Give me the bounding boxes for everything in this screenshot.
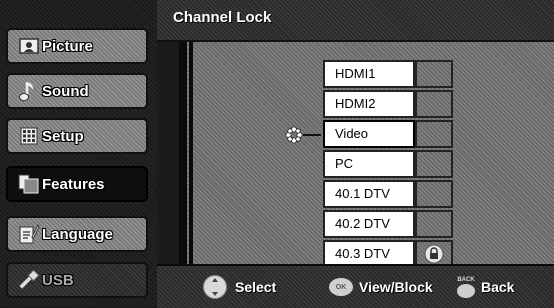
channel-row-hdmi2[interactable]: HDMI2 [323,90,453,118]
sidebar-item-setup[interactable]: Setup [6,118,148,154]
content-left-edge-inner [189,42,193,264]
sidebar-item-label: Features [42,175,105,193]
sidebar-item-language[interactable]: Language [6,216,148,252]
setup-grid-icon [18,125,40,147]
channel-list: HDMI1 HDMI2 Video PC 40.1 DTV 40.2 DTV 4… [285,60,453,270]
lock-status-box[interactable] [415,150,453,178]
back-button-icon: BACK [457,277,475,298]
back-hint: BACK Back [457,266,514,308]
page-title: Channel Lock [173,9,272,26]
lock-status-box[interactable] [415,120,453,148]
channel-name[interactable]: 40.2 DTV [323,210,415,238]
channel-name[interactable]: HDMI2 [323,90,415,118]
sidebar-menu: Picture Sound Setup Features Language US… [0,0,157,306]
selection-cursor-icon [285,126,321,144]
sidebar-item-label: Language [42,225,113,243]
lock-status-box[interactable] [415,60,453,88]
sidebar-item-sound[interactable]: Sound [6,73,148,109]
sidebar-item-label: Picture [42,37,93,55]
channel-lock-panel: Channel Lock HDMI1 HDMI2 Video PC 40.1 D… [157,0,554,308]
channel-row-40-1-dtv[interactable]: 40.1 DTV [323,180,453,208]
select-label: Select [235,279,277,295]
dpad-icon [203,275,227,299]
usb-icon [18,269,40,291]
content-area: HDMI1 HDMI2 Video PC 40.1 DTV 40.2 DTV 4… [179,42,554,299]
lock-status-box[interactable] [415,180,453,208]
ok-button-icon: OK [329,278,353,296]
channel-name[interactable]: HDMI1 [323,60,415,88]
channel-name[interactable]: 40.1 DTV [323,180,415,208]
channel-row-hdmi1[interactable]: HDMI1 [323,60,453,88]
channel-row-pc[interactable]: PC [323,150,453,178]
lock-icon [424,244,444,264]
picture-icon [18,35,40,57]
sidebar-item-usb[interactable]: USB [6,262,148,298]
view-block-label: View/Block [359,279,433,295]
lock-status-box[interactable] [415,90,453,118]
language-icon [18,223,40,245]
sidebar-item-picture[interactable]: Picture [6,28,148,64]
content-left-edge [179,42,187,264]
title-bar: Channel Lock [157,0,554,42]
button-guide-bar: Select OK View/Block BACK Back [157,264,554,308]
select-hint: Select [203,266,276,308]
sidebar-item-label: USB [42,271,74,289]
channel-name[interactable]: PC [323,150,415,178]
channel-name[interactable]: Video [323,120,415,148]
music-note-icon [18,80,40,102]
back-label: Back [481,279,515,295]
features-icon [18,173,40,195]
channel-row-video[interactable]: Video [285,120,453,148]
lock-status-box[interactable] [415,210,453,238]
back-button-text: BACK [457,276,475,283]
sidebar-item-label: Sound [42,82,89,100]
ok-button-text: OK [335,283,347,291]
channel-row-40-2-dtv[interactable]: 40.2 DTV [323,210,453,238]
sidebar-item-label: Setup [42,127,84,145]
sidebar-item-features[interactable]: Features [6,166,148,202]
view-block-hint: OK View/Block [329,266,433,308]
